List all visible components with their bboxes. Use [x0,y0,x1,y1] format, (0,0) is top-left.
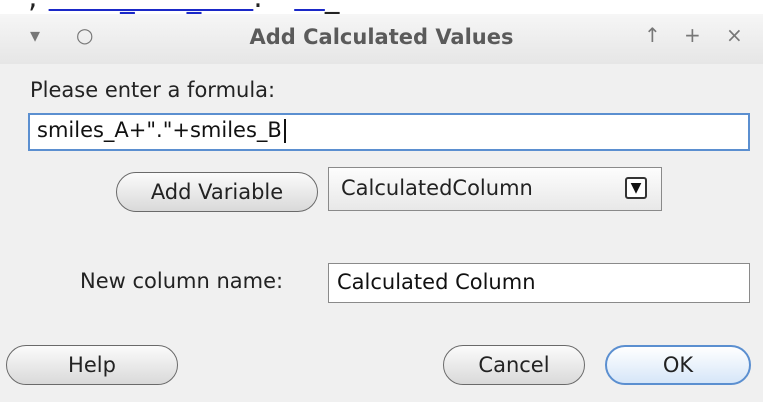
column-name-value: Calculated Column [337,270,536,294]
add-variable-button[interactable]: Add Variable [116,172,318,212]
variable-select-value: CalculatedColumn [341,176,533,200]
raise-window-icon[interactable]: ↑ [644,23,661,47]
variable-select[interactable]: CalculatedColumn ▼ [328,167,662,211]
close-icon[interactable]: × [726,23,743,47]
ok-button[interactable]: OK [605,345,751,385]
formula-input[interactable]: smiles_A+"."+smiles_B [28,113,750,151]
cancel-button[interactable]: Cancel [443,345,585,385]
chevron-down-icon[interactable]: ▼ [625,177,647,199]
dialog-titlebar: ▾ ○ Add Calculated Values ↑ + × [0,14,763,64]
background-window-strip: ' ', _ _ . _ ' [0,0,763,14]
formula-value: smiles_A+"."+smiles_B [37,118,282,142]
maximize-icon[interactable]: + [684,23,701,47]
help-label: Help [68,353,116,377]
background-text: ' ', _ _ . _ ' [0,0,390,14]
column-name-label: New column name: [80,269,284,293]
ok-label: OK [662,353,694,377]
cancel-label: Cancel [478,353,550,377]
help-button[interactable]: Help [6,345,178,385]
formula-label: Please enter a formula: [30,78,276,102]
column-name-input[interactable]: Calculated Column [328,263,750,303]
text-caret [283,119,286,143]
add-variable-label: Add Variable [150,180,284,204]
